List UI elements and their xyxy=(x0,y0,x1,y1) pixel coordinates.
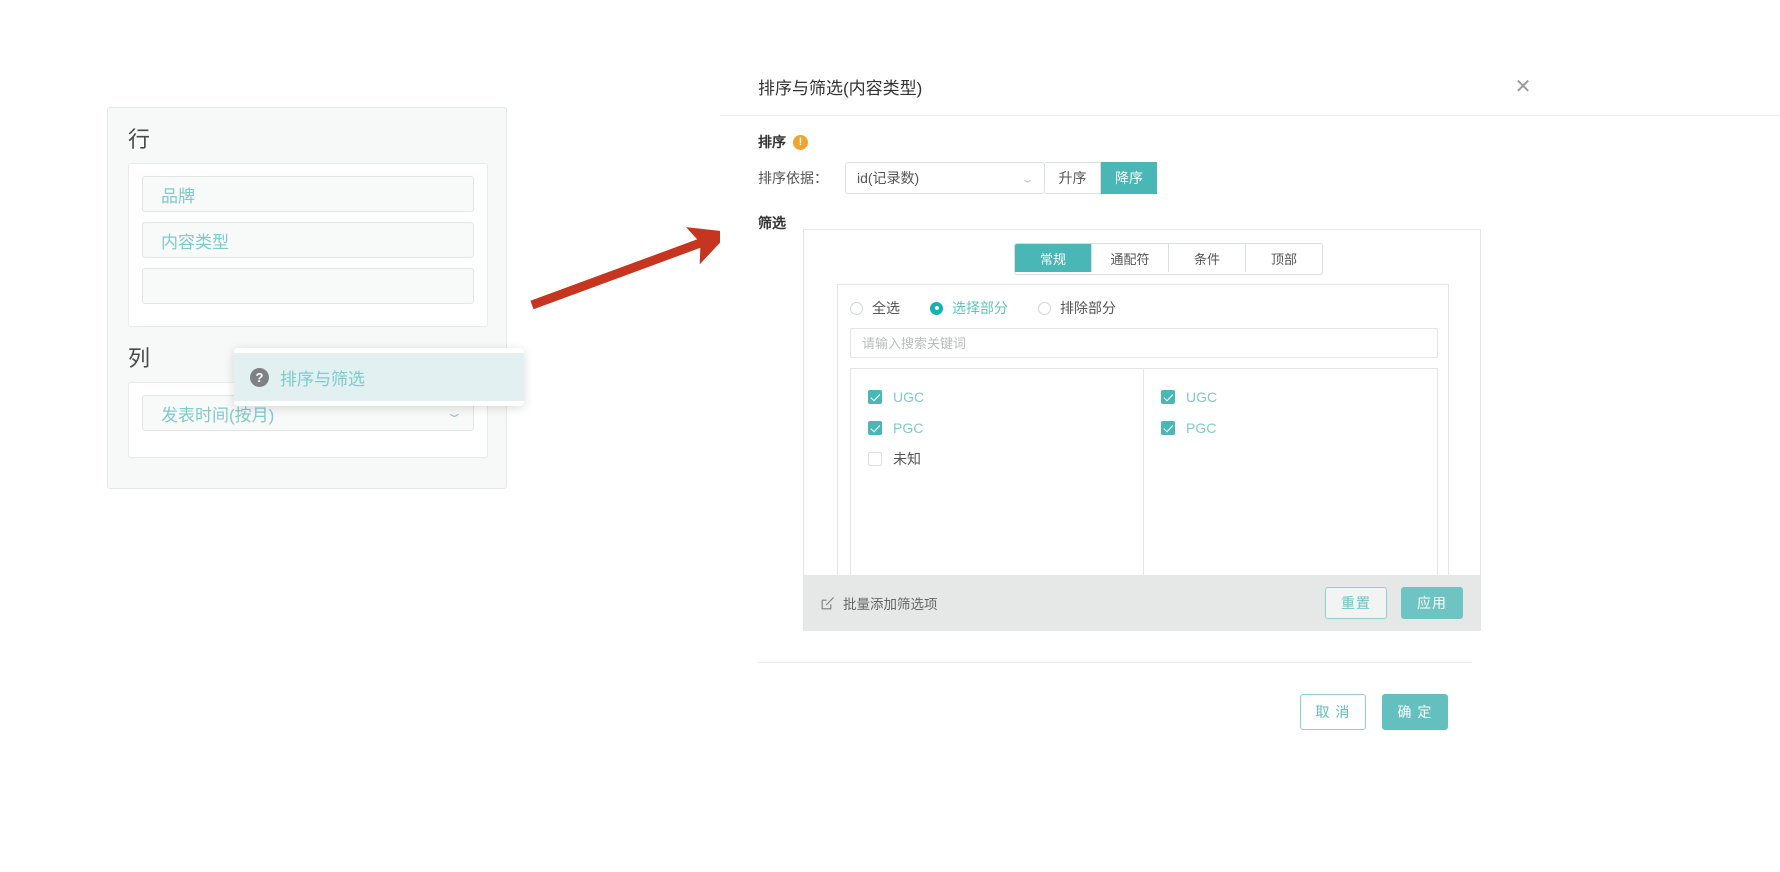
radio-icon xyxy=(850,301,863,315)
checkbox-icon-checked xyxy=(1161,389,1175,404)
sort-and-filter-dialog: 排序与筛选(内容类型) ✕ 排序 ! 排序依据： id(记录数) ⌄ 升序 降序… xyxy=(720,0,1780,872)
sort-section-label: 排序 xyxy=(758,134,786,150)
shelf-pill-brand-label: 品牌 xyxy=(161,186,195,206)
checkbox-icon xyxy=(868,451,882,466)
list-item-label: PGC xyxy=(1186,419,1217,436)
tab-wildcard[interactable]: 通配符 xyxy=(1092,244,1169,272)
radio-select-partial[interactable]: 选择部分 xyxy=(930,298,1008,318)
sort-field-value: id(记录数) xyxy=(857,170,920,186)
list-item[interactable]: UGC xyxy=(1144,381,1437,412)
checkbox-icon-checked xyxy=(868,420,882,435)
chevron-down-icon[interactable]: ⌄ xyxy=(445,407,464,419)
dialog-footer: 取 消 确 定 xyxy=(720,682,1480,742)
filter-scope-radio-group: 全选 选择部分 排除部分 xyxy=(850,298,1146,318)
selected-items-list: UGC PGC xyxy=(1144,369,1437,599)
radio-exclude-partial[interactable]: 排除部分 xyxy=(1038,298,1116,318)
dialog-header: 排序与筛选(内容类型) ✕ xyxy=(720,58,1780,114)
available-items-list: UGC PGC 未知 xyxy=(851,369,1144,599)
chevron-down-icon: ⌄ xyxy=(1019,171,1036,185)
list-item[interactable]: PGC xyxy=(851,412,1143,443)
sort-section-header: 排序 ! xyxy=(758,132,808,152)
shelf-cols-title: 列 xyxy=(128,346,151,371)
menu-item-sort-and-filter-label: 排序与筛选 xyxy=(280,369,365,389)
confirm-button[interactable]: 确 定 xyxy=(1382,694,1448,730)
filter-mode-tabs: 常规 通配符 条件 顶部 xyxy=(1014,243,1323,275)
bulk-add-filter-items-button[interactable]: 批量添加筛选项 xyxy=(821,593,938,613)
shelf-pill-brand[interactable]: 品牌 xyxy=(142,176,474,212)
list-item-label: UGC xyxy=(893,388,925,405)
help-icon: ? xyxy=(250,367,269,387)
list-item[interactable]: 未知 xyxy=(851,443,1143,474)
filter-section-label: 筛选 xyxy=(758,215,786,231)
checkbox-icon-checked xyxy=(1161,420,1175,435)
reset-button[interactable]: 重置 xyxy=(1325,587,1387,619)
radio-exclude-partial-label: 排除部分 xyxy=(1060,300,1116,316)
sort-descending-button[interactable]: 降序 xyxy=(1101,162,1157,194)
radio-icon-selected xyxy=(930,301,943,315)
checkbox-icon-checked xyxy=(868,389,882,404)
list-item[interactable]: PGC xyxy=(1144,412,1437,443)
sort-by-label: 排序依据： xyxy=(758,170,828,186)
annotation-arrow-icon xyxy=(530,227,731,310)
shelf-rows-dropzone[interactable]: 品牌 内容类型 xyxy=(128,163,488,327)
edit-square-icon xyxy=(821,597,834,610)
sort-controls: 排序依据： id(记录数) ⌄ 升序 降序 xyxy=(758,162,1157,194)
shelf-context-menu: ? 排序与筛选 xyxy=(234,348,524,406)
shelf-pill-content-type-label: 内容类型 xyxy=(161,232,229,252)
radio-select-all[interactable]: 全选 xyxy=(850,298,900,318)
radio-select-partial-label: 选择部分 xyxy=(952,300,1008,316)
shelf-rows-title: 行 xyxy=(128,127,151,152)
tab-condition[interactable]: 条件 xyxy=(1169,244,1246,272)
dialog-header-divider xyxy=(720,115,1780,116)
filter-card: 常规 通配符 条件 顶部 全选 选择部分 排除部分 请输入搜索关键词 UGC P… xyxy=(803,229,1481,631)
cancel-button[interactable]: 取 消 xyxy=(1300,694,1366,730)
warning-icon[interactable]: ! xyxy=(793,134,808,150)
radio-select-all-label: 全选 xyxy=(872,300,900,316)
sort-ascending-button[interactable]: 升序 xyxy=(1045,162,1101,194)
list-item[interactable]: UGC xyxy=(851,381,1143,412)
shelf-pill-third[interactable] xyxy=(142,268,474,304)
filter-body: 全选 选择部分 排除部分 UGC xyxy=(837,284,1449,612)
bulk-add-filter-items-label: 批量添加筛选项 xyxy=(843,597,938,612)
shelf-pill-content-type[interactable]: 内容类型 xyxy=(142,222,474,258)
list-item-label: 未知 xyxy=(893,450,921,467)
filter-footer: 批量添加筛选项 重置 应用 xyxy=(804,575,1480,631)
dialog-title: 排序与筛选(内容类型) xyxy=(758,79,923,98)
tab-general[interactable]: 常规 xyxy=(1015,244,1092,272)
apply-button[interactable]: 应用 xyxy=(1401,587,1463,619)
shelf-panel: 行 品牌 内容类型 列 发表时间(按月) ⌄ ? 排序与筛选 xyxy=(107,107,524,489)
tab-top[interactable]: 顶部 xyxy=(1246,244,1322,272)
search-input[interactable] xyxy=(850,328,1438,358)
list-item-label: PGC xyxy=(893,419,924,436)
menu-item-sort-and-filter[interactable]: ? 排序与筛选 xyxy=(234,353,524,401)
close-icon[interactable]: ✕ xyxy=(1510,74,1536,100)
radio-icon xyxy=(1038,301,1051,315)
filter-lists: UGC PGC 未知 UGC PGC xyxy=(850,368,1438,600)
filter-footer-actions: 重置 应用 xyxy=(1325,587,1463,619)
list-item-label: UGC xyxy=(1186,388,1218,405)
sort-field-select[interactable]: id(记录数) ⌄ xyxy=(845,162,1045,194)
dialog-footer-divider xyxy=(758,662,1472,663)
